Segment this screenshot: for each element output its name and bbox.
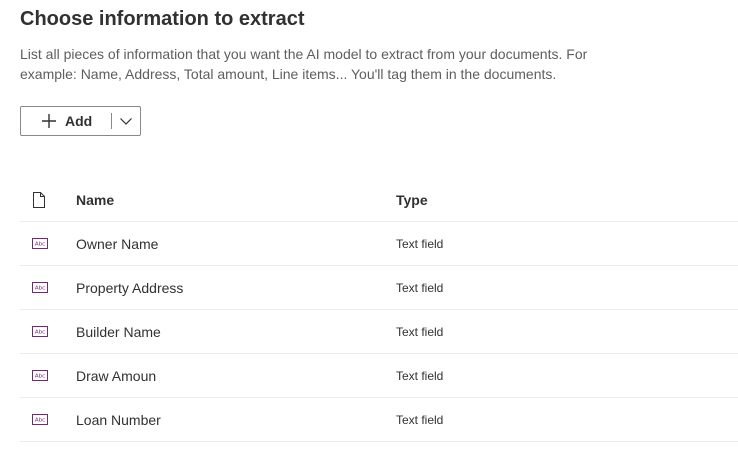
table-row[interactable]: Abc Builder Name Text field [20,310,738,354]
field-type: Text field [396,412,444,427]
svg-text:Abc: Abc [35,286,45,292]
field-type: Text field [396,368,444,383]
table-header: Name Type [20,178,738,222]
add-split-button: Add [20,106,141,136]
text-field-icon: Abc [32,370,48,381]
add-button[interactable]: Add [21,107,111,135]
svg-text:Abc: Abc [35,418,45,424]
add-button-label: Add [65,113,93,129]
row-icon-cell: Abc [20,238,76,249]
chevron-down-icon [120,118,132,125]
text-field-icon: Abc [32,282,48,293]
header-icon-cell [20,191,76,208]
field-type: Text field [396,280,444,295]
document-icon [33,191,45,208]
svg-text:Abc: Abc [35,242,45,248]
row-icon-cell: Abc [20,414,76,425]
field-name: Builder Name [76,323,161,340]
page-description: List all pieces of information that you … [20,46,588,82]
field-name: Owner Name [76,235,159,252]
add-dropdown-button[interactable] [112,107,140,135]
row-icon-cell: Abc [20,370,76,381]
table-row[interactable]: Abc Loan Number Text field [20,398,738,442]
row-icon-cell: Abc [20,326,76,337]
field-name: Loan Number [76,411,161,428]
page-title: Choose information to extract [20,8,305,30]
field-type: Text field [396,324,444,339]
field-type: Text field [396,236,444,251]
fields-table: Name Type Abc Owner Name Text field Abc … [20,178,738,442]
column-header-type[interactable]: Type [396,192,738,208]
table-row[interactable]: Abc Owner Name Text field [20,222,738,266]
row-icon-cell: Abc [20,282,76,293]
text-field-icon: Abc [32,326,48,337]
field-name: Property Address [76,279,184,296]
table-row[interactable]: Abc Property Address Text field [20,266,738,310]
text-field-icon: Abc [32,414,48,425]
field-name: Draw Amoun [76,367,157,384]
text-field-icon: Abc [32,238,48,249]
table-row[interactable]: Abc Draw Amoun Text field [20,354,738,398]
svg-text:Abc: Abc [35,374,45,380]
column-header-name[interactable]: Name [76,192,396,208]
plus-icon [42,114,56,128]
svg-text:Abc: Abc [35,330,45,336]
